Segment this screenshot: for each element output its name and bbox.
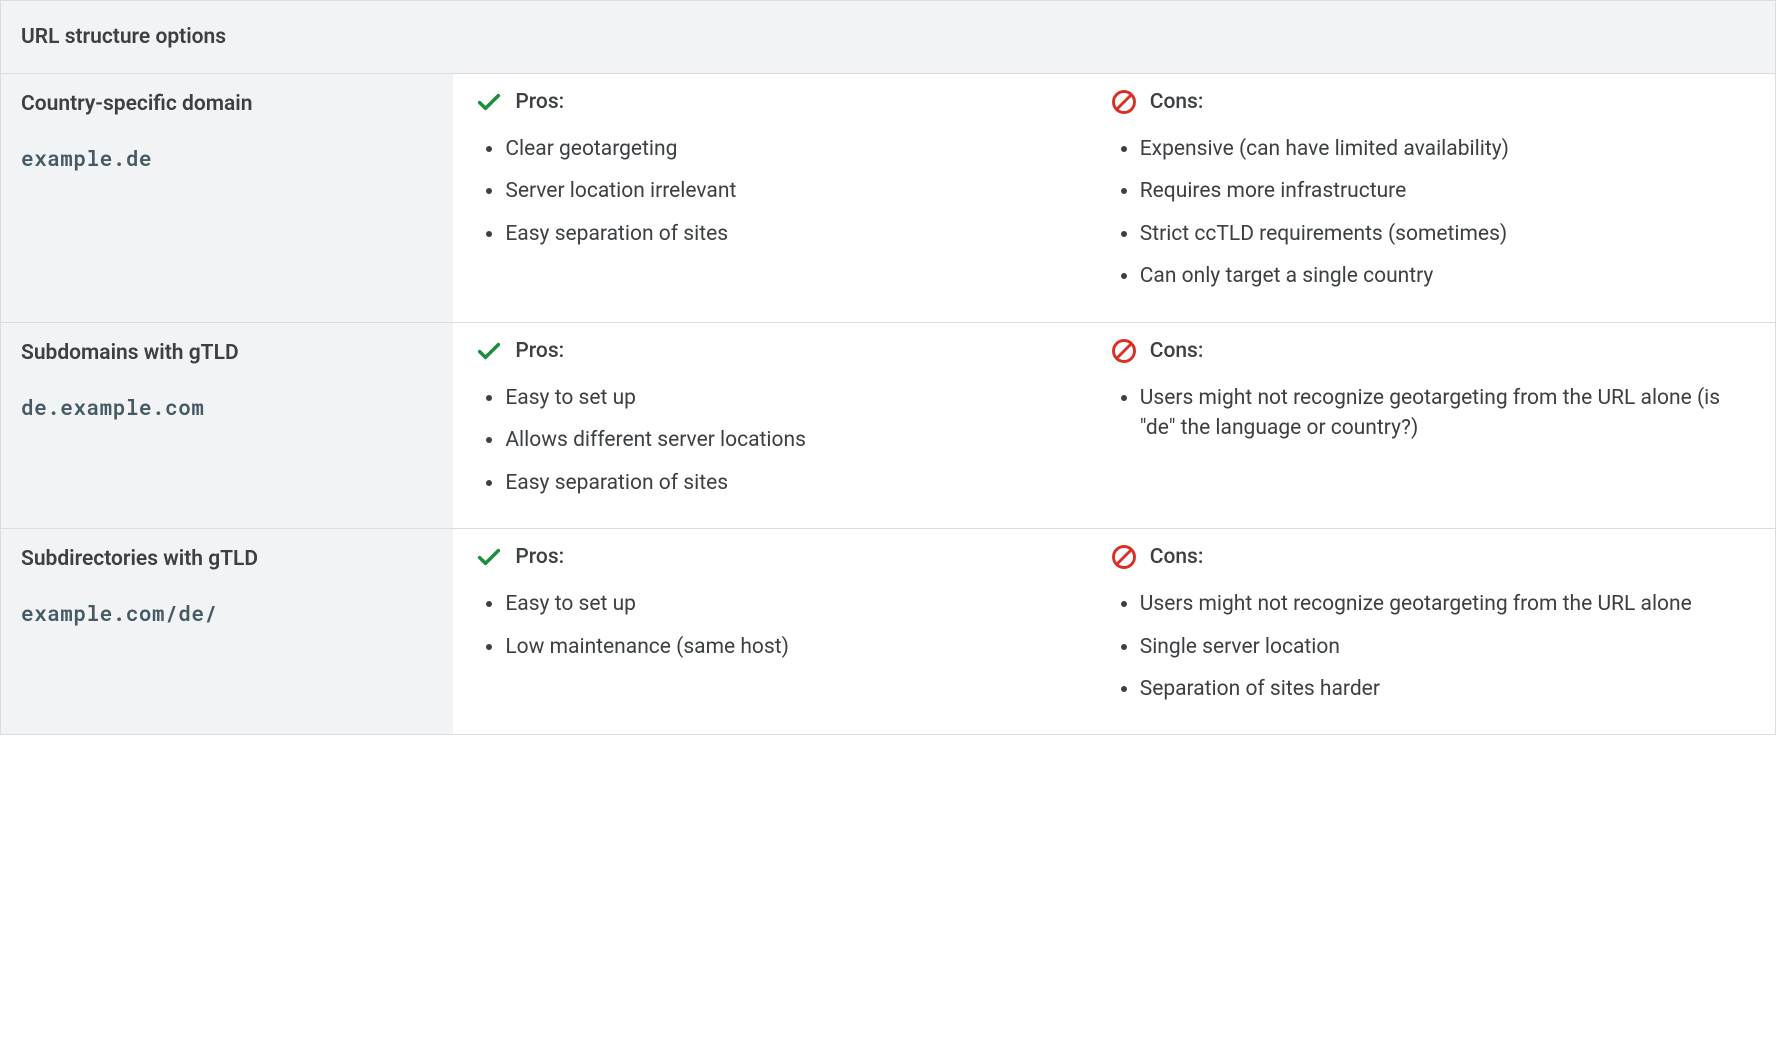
list-item: Users might not recognize geotargeting f… [1140,583,1755,625]
option-cell: Subdomains with gTLD de.example.com [1,323,453,528]
pros-list: Easy to set up Allows different server l… [475,377,1089,504]
pros-label: Pros: [515,90,564,114]
prohibit-icon [1110,88,1138,116]
prohibit-icon [1110,543,1138,571]
cons-list: Expensive (can have limited availability… [1110,128,1755,298]
list-item: Easy to set up [505,377,1089,419]
cons-list: Users might not recognize geotargeting f… [1110,377,1755,450]
list-item: Allows different server locations [505,419,1089,461]
list-item: Strict ccTLD requirements (sometimes) [1140,213,1755,255]
list-item: Low maintenance (same host) [505,626,1089,668]
table-row: Country-specific domain example.de Pros:… [1,74,1775,323]
list-item: Can only target a single country [1140,255,1755,297]
prohibit-icon [1110,337,1138,365]
check-icon [475,88,503,116]
table-row: Subdirectories with gTLD example.com/de/… [1,529,1775,735]
list-item: Users might not recognize geotargeting f… [1140,377,1755,450]
cons-cell: Cons: Users might not recognize geotarge… [1110,529,1775,734]
option-cell: Subdirectories with gTLD example.com/de/ [1,529,453,734]
option-cell: Country-specific domain example.de [1,74,453,322]
pros-list: Easy to set up Low maintenance (same hos… [475,583,1089,668]
table-row: Subdomains with gTLD de.example.com Pros… [1,323,1775,529]
cons-cell: Cons: Users might not recognize geotarge… [1110,323,1775,528]
pros-head: Pros: [475,543,1089,571]
list-item: Clear geotargeting [505,128,1089,170]
option-example: example.com/de/ [21,599,433,627]
option-title: Subdomains with gTLD [21,341,433,365]
pros-cell: Pros: Easy to set up Low maintenance (sa… [453,529,1109,734]
pros-head: Pros: [475,337,1089,365]
pros-label: Pros: [515,339,564,363]
check-icon [475,337,503,365]
pros-cell: Pros: Easy to set up Allows different se… [453,323,1109,528]
list-item: Expensive (can have limited availability… [1140,128,1755,170]
pros-label: Pros: [515,545,564,569]
option-example: example.de [21,144,433,172]
list-item: Separation of sites harder [1140,668,1755,710]
pros-cell: Pros: Clear geotargeting Server location… [453,74,1109,322]
table-header-text: URL structure options [21,25,226,49]
option-example: de.example.com [21,393,433,421]
cons-label: Cons: [1150,339,1204,363]
list-item: Requires more infrastructure [1140,170,1755,212]
table-header: URL structure options [1,1,1775,74]
cons-label: Cons: [1150,545,1204,569]
cons-label: Cons: [1150,90,1204,114]
url-structure-table: URL structure options Country-specific d… [0,0,1776,735]
cons-list: Users might not recognize geotargeting f… [1110,583,1755,710]
pros-list: Clear geotargeting Server location irrel… [475,128,1089,255]
cons-head: Cons: [1110,88,1755,116]
list-item: Server location irrelevant [505,170,1089,212]
list-item: Single server location [1140,626,1755,668]
list-item: Easy to set up [505,583,1089,625]
cons-head: Cons: [1110,337,1755,365]
list-item: Easy separation of sites [505,213,1089,255]
option-title: Subdirectories with gTLD [21,547,433,571]
check-icon [475,543,503,571]
list-item: Easy separation of sites [505,462,1089,504]
pros-head: Pros: [475,88,1089,116]
option-title: Country-specific domain [21,92,433,116]
cons-head: Cons: [1110,543,1755,571]
cons-cell: Cons: Expensive (can have limited availa… [1110,74,1775,322]
